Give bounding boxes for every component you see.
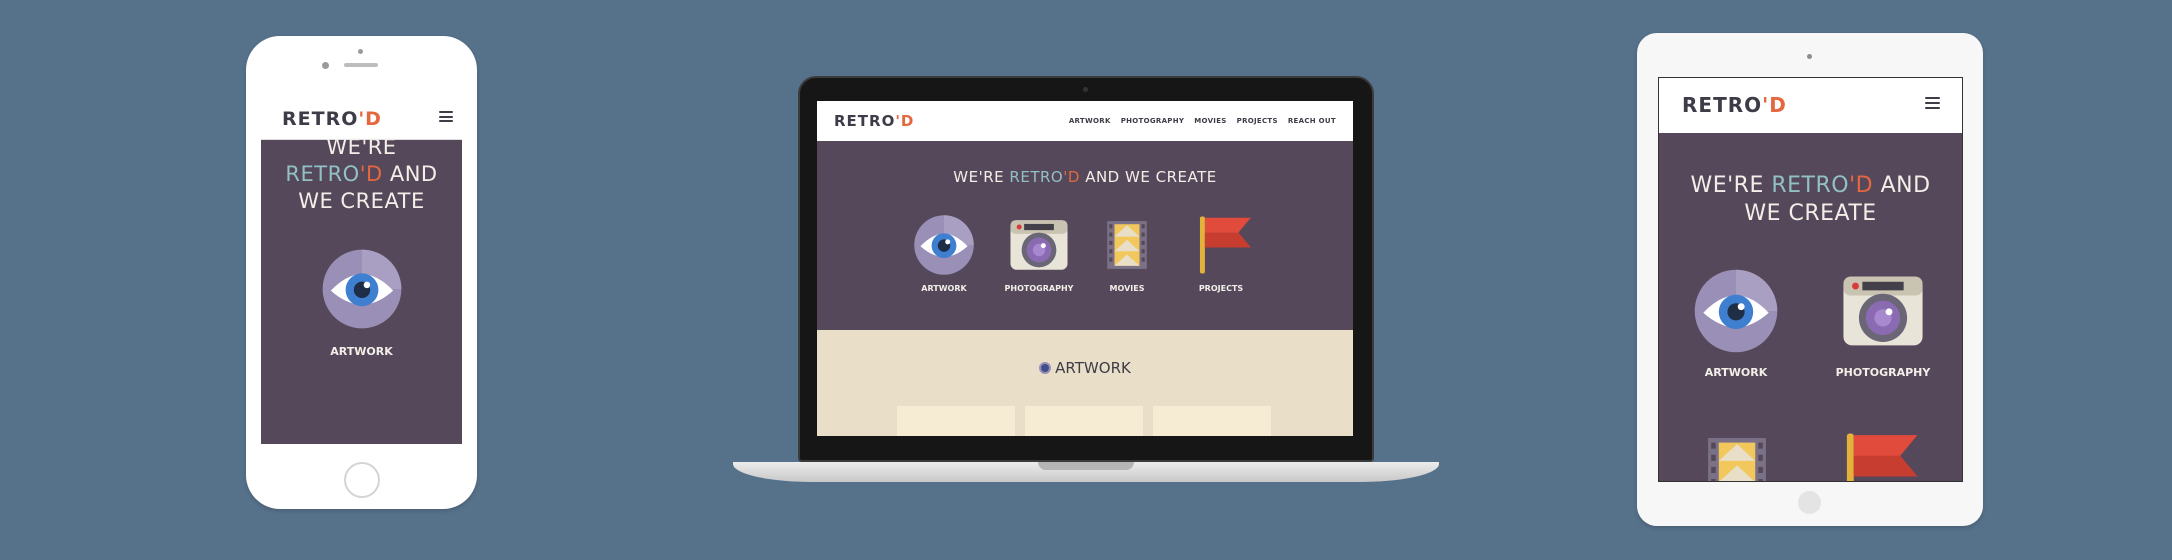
eye-bullet-icon — [1039, 362, 1052, 374]
nav-item-reach-out[interactable]: REACH OUT — [1288, 117, 1336, 125]
tablet-screen: RETRO'D WE'RE RETRO'D AND WE CREATE ARTW… — [1658, 77, 1963, 482]
section-heading: ARTWORK — [817, 359, 1353, 377]
logo[interactable]: RETRO'D — [834, 112, 914, 130]
category-label-artwork[interactable]: ARTWORK — [261, 345, 462, 358]
laptop-navbar: RETRO'D ARTWORK PHOTOGRAPHY MOVIES PROJE… — [817, 101, 1353, 141]
tablet-mockup: RETRO'D WE'RE RETRO'D AND WE CREATE ARTW… — [1637, 33, 1983, 526]
hero-line-1: WE'RE RETRO'D AND — [1690, 173, 1931, 198]
laptop-screen: RETRO'D ARTWORK PHOTOGRAPHY MOVIES PROJE… — [817, 101, 1353, 436]
tablet-camera — [1807, 54, 1812, 59]
eye-icon[interactable] — [1693, 268, 1779, 354]
tablet-home-button[interactable] — [1798, 491, 1821, 514]
nav-item-photography[interactable]: PHOTOGRAPHY — [1121, 117, 1185, 125]
category-label-artwork[interactable]: ARTWORK — [1676, 366, 1796, 379]
hero-line-1: WE'RE — [326, 135, 397, 159]
camera-icon[interactable] — [1837, 268, 1929, 354]
eye-icon[interactable] — [913, 214, 975, 276]
category-label-photography[interactable]: PHOTOGRAPHY — [1823, 366, 1943, 379]
hero-title: WE'RE RETRO'D AND WE CREATE — [1659, 172, 1962, 228]
nav-item-projects[interactable]: PROJECTS — [1237, 117, 1278, 125]
category-label-projects[interactable]: PROJECTS — [1161, 284, 1281, 293]
hamburger-menu-icon[interactable] — [439, 111, 453, 122]
hamburger-menu-icon[interactable] — [1925, 97, 1940, 109]
nav-item-artwork[interactable]: ARTWORK — [1069, 117, 1111, 125]
phone-home-button[interactable] — [344, 462, 380, 498]
eye-icon[interactable] — [321, 248, 403, 330]
hero-line-2: RETRO'D AND — [285, 162, 438, 186]
phone-sensor — [322, 62, 329, 69]
gallery-tile[interactable] — [897, 406, 1015, 436]
tablet-navbar: RETRO'D — [1659, 78, 1962, 133]
gallery-tile[interactable] — [1025, 406, 1143, 436]
hero-title: WE'RE RETRO'D AND WE CREATE — [261, 134, 462, 215]
gallery-tile[interactable] — [1153, 406, 1271, 436]
flag-icon[interactable] — [1195, 214, 1257, 276]
film-icon[interactable] — [1101, 214, 1153, 276]
nav-item-movies[interactable]: MOVIES — [1194, 117, 1226, 125]
logo[interactable]: RETRO'D — [282, 108, 382, 130]
logo-accent: 'D — [358, 108, 382, 130]
hero-title: WE'RE RETRO'D AND WE CREATE — [953, 168, 1217, 186]
film-icon[interactable] — [1699, 430, 1775, 482]
laptop-camera — [1083, 87, 1088, 92]
hero-line-2: WE CREATE — [1744, 201, 1877, 226]
hero-line-3: WE CREATE — [298, 189, 425, 213]
artwork-section: ARTWORK — [817, 330, 1353, 436]
phone-speaker — [344, 63, 378, 67]
laptop-notch — [1038, 462, 1134, 470]
camera-icon[interactable] — [1005, 214, 1073, 276]
section-title: ARTWORK — [1055, 359, 1131, 377]
phone-mockup: RETRO'D WE'RE RETRO'D AND WE CREATE ARTW… — [246, 36, 477, 509]
logo[interactable]: RETRO'D — [1682, 93, 1787, 117]
flag-icon[interactable] — [1839, 430, 1927, 482]
phone-screen: RETRO'D WE'RE RETRO'D AND WE CREATE ARTW… — [261, 94, 462, 444]
logo-main: RETRO — [282, 108, 359, 130]
nav-menu: ARTWORK PHOTOGRAPHY MOVIES PROJECTS REAC… — [1069, 117, 1336, 125]
phone-camera — [358, 49, 363, 54]
